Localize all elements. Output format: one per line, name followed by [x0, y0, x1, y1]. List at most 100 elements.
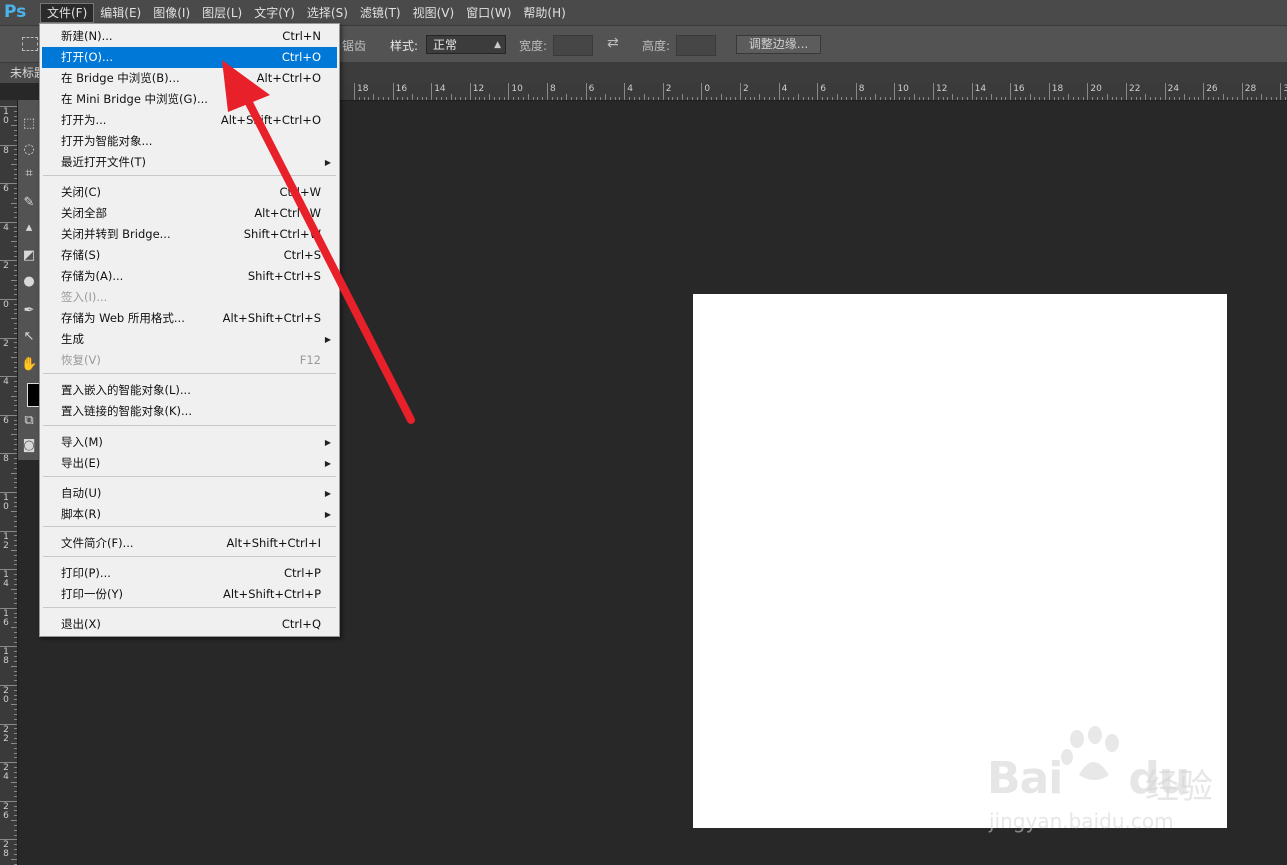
file-menu-item-5[interactable]: 打开为智能对象...: [42, 131, 337, 152]
ruler-minor-tick: [1024, 97, 1026, 100]
file-menu-item-20[interactable]: 自动(U) ▶: [42, 483, 337, 504]
ruler-minor-tick: [493, 97, 495, 100]
ruler-minor-tick: [1043, 97, 1045, 100]
file-menu-item-9[interactable]: 关闭并转到 Bridge... Shift+Ctrl+W: [42, 224, 337, 245]
ruler-minor-tick: [822, 97, 824, 100]
file-menu-item-19[interactable]: 导出(E) ▶: [42, 453, 337, 474]
file-menu-item-18[interactable]: 导入(M) ▶: [42, 432, 337, 453]
hand-tool-icon[interactable]: ✋: [21, 357, 37, 373]
selection-arrow-icon[interactable]: ↖: [21, 329, 37, 345]
ruler-minor-tick: [1145, 94, 1147, 100]
menu-5[interactable]: 选择(S): [301, 3, 354, 23]
menu-separator: [43, 526, 336, 527]
menu-6[interactable]: 滤镜(T): [354, 3, 407, 23]
ruler-tick: [547, 83, 548, 100]
width-input[interactable]: [553, 35, 593, 56]
ruler-minor-tick: [358, 97, 360, 100]
ruler-top-label: 18: [357, 84, 369, 94]
ruler-minor-tick: [735, 97, 737, 100]
style-select[interactable]: 正常 ▲: [426, 35, 506, 54]
rectangular-marquee-icon[interactable]: [22, 37, 38, 51]
ruler-minor-tick: [14, 438, 17, 440]
pen-tool-icon[interactable]: ✒: [21, 303, 37, 319]
ruler-minor-tick: [1034, 97, 1036, 100]
ruler-minor-tick: [14, 250, 17, 252]
ruler-minor-tick: [14, 593, 17, 595]
eraser-tool-icon[interactable]: ◩: [21, 248, 37, 264]
healing-brush-icon[interactable]: ✎: [21, 195, 37, 211]
ruler-tick: [894, 83, 896, 100]
ruler-minor-tick: [11, 472, 17, 474]
menu-1[interactable]: 编辑(E): [94, 3, 147, 23]
ruler-minor-tick: [802, 97, 804, 100]
file-menu-item-23[interactable]: 打印(P)... Ctrl+P: [42, 563, 337, 584]
menu-4[interactable]: 文字(Y): [248, 3, 301, 23]
ruler-minor-tick: [609, 97, 611, 100]
file-menu-item-17[interactable]: 置入链接的智能对象(K)...: [42, 401, 337, 422]
ruler-minor-tick: [744, 97, 746, 100]
file-menu-item-25[interactable]: 退出(X) Ctrl+Q: [42, 614, 337, 635]
file-menu-item-1[interactable]: 打开(O)... Ctrl+O: [42, 47, 337, 68]
file-menu-item-13[interactable]: 存储为 Web 所用格式... Alt+Shift+Ctrl+S: [42, 308, 337, 329]
ruler-minor-tick: [14, 501, 17, 503]
menu-9[interactable]: 帮助(H): [517, 3, 571, 23]
ruler-minor-tick: [11, 318, 17, 320]
swap-colors-icon[interactable]: ⧉: [21, 413, 37, 429]
ruler-minor-tick: [884, 97, 886, 100]
file-menu-item-22[interactable]: 文件简介(F)... Alt+Shift+Ctrl+I: [42, 533, 337, 554]
menu-7[interactable]: 视图(V): [407, 3, 461, 23]
ruler-minor-tick: [14, 448, 17, 450]
marquee-tool-icon[interactable]: ⬚: [21, 116, 37, 132]
ruler-minor-tick: [913, 94, 915, 100]
ruler-minor-tick: [14, 419, 17, 421]
file-menu-item-6[interactable]: 最近打开文件(T) ▶: [42, 152, 337, 173]
file-menu-item-10[interactable]: 存储(S) Ctrl+S: [42, 245, 337, 266]
swap-icon[interactable]: ⇄: [607, 35, 619, 51]
crop-tool-icon[interactable]: ⌗: [21, 166, 37, 182]
ruler-minor-tick: [14, 207, 17, 209]
refine-edge-button[interactable]: 调整边缘...: [736, 35, 821, 54]
ruler-minor-tick: [966, 97, 968, 100]
ruler-minor-tick: [14, 834, 17, 836]
file-menu-item-8[interactable]: 关闭全部 Alt+Ctrl+W: [42, 203, 337, 224]
ruler-top-label: 16: [1013, 84, 1025, 94]
menu-2[interactable]: 图像(I): [147, 3, 196, 23]
file-menu-item-0[interactable]: 新建(N)... Ctrl+N: [42, 26, 337, 47]
file-menu-item-24[interactable]: 打印一份(Y) Alt+Shift+Ctrl+P: [42, 584, 337, 605]
height-input[interactable]: [676, 35, 716, 56]
file-menu-item-21[interactable]: 脚本(R) ▶: [42, 504, 337, 525]
menu-8[interactable]: 窗口(W): [460, 3, 517, 23]
file-menu-item-7[interactable]: 关闭(C) Ctrl+W: [42, 182, 337, 203]
ruler-minor-tick: [836, 94, 838, 100]
file-menu-item-11[interactable]: 存储为(A)... Shift+Ctrl+S: [42, 266, 337, 287]
file-menu-item-3[interactable]: 在 Mini Bridge 中浏览(G)...: [42, 89, 337, 110]
ruler-tick: [855, 83, 857, 100]
ruler-minor-tick: [14, 424, 17, 426]
ruler-minor-tick: [1092, 97, 1094, 100]
stamp-tool-icon[interactable]: ▴: [21, 220, 37, 236]
ruler-minor-tick: [14, 371, 17, 373]
file-menu-item-16[interactable]: 置入嵌入的智能对象(L)...: [42, 380, 337, 401]
menu-separator: [43, 373, 336, 374]
menu-0[interactable]: 文件(F): [40, 3, 95, 23]
ruler-minor-tick: [11, 434, 17, 436]
file-menu-item-2[interactable]: 在 Bridge 中浏览(B)... Alt+Ctrl+O: [42, 68, 337, 89]
height-label: 高度:: [642, 39, 671, 53]
ruler-minor-tick: [402, 97, 404, 100]
lasso-tool-icon[interactable]: ◌: [21, 142, 37, 158]
blur-tool-icon[interactable]: ●: [21, 274, 37, 290]
ruler-minor-tick: [397, 97, 399, 100]
ruler-minor-tick: [1208, 97, 1210, 100]
ruler-minor-tick: [14, 631, 17, 633]
ruler-minor-tick: [14, 651, 17, 653]
ruler-minor-tick: [14, 545, 17, 547]
ruler-minor-tick: [619, 97, 621, 100]
ruler-minor-tick: [14, 463, 17, 465]
ruler-minor-tick: [14, 680, 17, 682]
file-menu-item-4[interactable]: 打开为... Alt+Shift+Ctrl+O: [42, 110, 337, 131]
ruler-minor-tick: [513, 97, 515, 100]
ruler-minor-tick: [11, 820, 17, 822]
quick-mask-icon[interactable]: ◙: [21, 438, 37, 454]
file-menu-item-14[interactable]: 生成 ▶: [42, 329, 337, 350]
menu-3[interactable]: 图层(L): [196, 3, 248, 23]
